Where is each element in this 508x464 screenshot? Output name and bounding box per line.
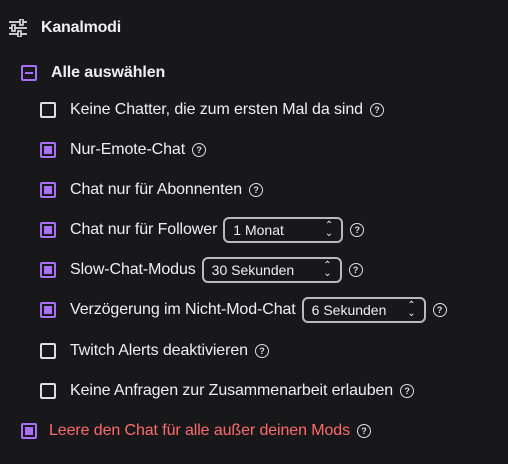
no-collab-requests-checkbox[interactable] — [40, 383, 56, 399]
no-collab-requests-label: Keine Anfragen zur Zusammenarbeit erlaub… — [70, 382, 394, 399]
clear-chat-row[interactable]: Leere den Chat für alle außer deinen Mod… — [21, 418, 371, 444]
clear-chat-checkbox[interactable] — [21, 423, 37, 439]
option-disable-alerts[interactable]: Twitch Alerts deaktivieren ? — [40, 338, 269, 364]
chevron-updown-icon: ⌃ ⌄ — [324, 220, 334, 239]
help-icon[interactable]: ? — [254, 344, 269, 358]
emote-only-checkbox[interactable] — [40, 142, 56, 158]
option-subscribers-only[interactable]: Chat nur für Abonnenten ? — [40, 177, 264, 203]
chevron-updown-icon: ⌃ ⌄ — [407, 300, 416, 319]
clear-chat-label: Leere den Chat für alle außer deinen Mod… — [49, 422, 350, 439]
followers-only-checkbox[interactable] — [40, 222, 56, 238]
followers-duration-select[interactable]: 1 Monat ⌃ ⌄ — [223, 217, 344, 243]
option-emote-only[interactable]: Nur-Emote-Chat ? — [40, 137, 207, 163]
help-icon[interactable]: ? — [369, 103, 384, 117]
help-icon[interactable]: ? — [348, 263, 363, 277]
help-icon[interactable]: ? — [356, 424, 371, 438]
followers-duration-value: 1 Monat — [233, 222, 284, 238]
disable-alerts-label: Twitch Alerts deaktivieren — [70, 342, 248, 359]
non-mod-delay-select[interactable]: 6 Sekunden ⌃ ⌄ — [301, 297, 426, 323]
help-icon[interactable]: ? — [249, 183, 264, 197]
first-time-chatters-checkbox[interactable] — [40, 102, 56, 118]
panel-header: Kanalmodi — [8, 14, 121, 42]
help-icon[interactable]: ? — [350, 223, 365, 237]
disable-alerts-checkbox[interactable] — [40, 343, 56, 359]
help-icon[interactable]: ? — [192, 143, 207, 157]
option-non-mod-delay[interactable]: Verzögerung im Nicht-Mod-Chat 6 Sekunden… — [40, 297, 447, 323]
select-all-label: Alle auswählen — [51, 64, 166, 81]
select-all-checkbox[interactable] — [21, 65, 37, 81]
slow-mode-duration-select[interactable]: 30 Sekunden ⌃ ⌄ — [201, 257, 342, 283]
help-icon[interactable]: ? — [400, 384, 415, 398]
followers-only-label: Chat nur für Follower — [70, 221, 218, 238]
first-time-chatters-label: Keine Chatter, die zum ersten Mal da sin… — [70, 101, 363, 118]
slow-mode-duration-value: 30 Sekunden — [211, 262, 295, 278]
subscribers-only-label: Chat nur für Abonnenten — [70, 181, 243, 198]
select-all-row[interactable]: Alle auswählen — [21, 60, 165, 86]
option-no-collab-requests[interactable]: Keine Anfragen zur Zusammenarbeit erlaub… — [40, 378, 415, 404]
chevron-updown-icon: ⌃ ⌄ — [323, 260, 332, 279]
non-mod-delay-value: 6 Sekunden — [311, 302, 387, 318]
subscribers-only-checkbox[interactable] — [40, 182, 56, 198]
non-mod-delay-checkbox[interactable] — [40, 302, 56, 318]
option-slow-mode[interactable]: Slow-Chat-Modus 30 Sekunden ⌃ ⌄ ? — [40, 257, 363, 283]
option-followers-only[interactable]: Chat nur für Follower 1 Monat ⌃ ⌄ ? — [40, 217, 365, 243]
non-mod-delay-label: Verzögerung im Nicht-Mod-Chat — [70, 301, 296, 318]
sliders-icon — [8, 19, 28, 37]
panel-title: Kanalmodi — [41, 19, 121, 36]
slow-mode-label: Slow-Chat-Modus — [70, 261, 196, 278]
slow-mode-checkbox[interactable] — [40, 262, 56, 278]
emote-only-label: Nur-Emote-Chat — [70, 141, 186, 158]
help-icon[interactable]: ? — [432, 303, 447, 317]
option-first-time-chatters[interactable]: Keine Chatter, die zum ersten Mal da sin… — [40, 97, 384, 123]
